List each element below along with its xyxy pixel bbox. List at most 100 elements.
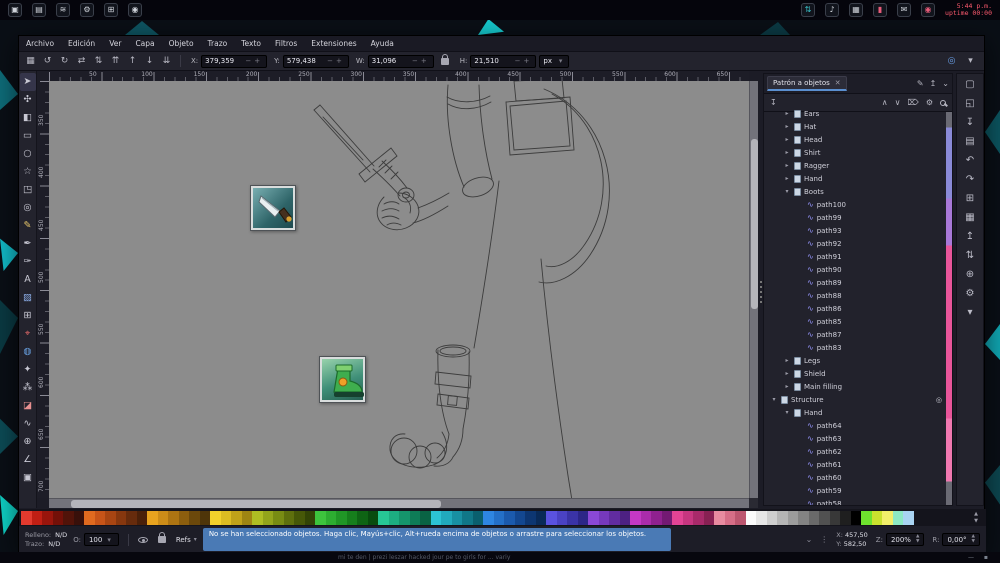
palette-swatch[interactable] xyxy=(252,510,263,525)
eraser-tool[interactable]: ◪ xyxy=(20,397,36,415)
palette-swatch[interactable] xyxy=(94,510,105,525)
palette-swatch[interactable] xyxy=(756,510,767,525)
palette-swatch[interactable] xyxy=(808,510,819,525)
tab-pattern-to-objects[interactable]: Patrón a objetos ✕ xyxy=(767,76,847,91)
pen-tool[interactable]: ✒ xyxy=(20,235,36,253)
x-spinner[interactable]: −+ xyxy=(245,57,263,65)
tree-item-path61[interactable]: ∿ path61 xyxy=(764,458,946,471)
palette-swatch[interactable] xyxy=(294,510,305,525)
palette-swatch[interactable] xyxy=(798,510,809,525)
import-icon[interactable]: ↥ xyxy=(966,231,974,243)
collapse-down-icon[interactable]: ∨ xyxy=(895,98,901,107)
palette-swatch[interactable] xyxy=(241,510,252,525)
palette-swatch[interactable] xyxy=(735,510,746,525)
palette-swatch[interactable] xyxy=(220,510,231,525)
palette-swatch[interactable] xyxy=(388,510,399,525)
h-spinner[interactable]: −+ xyxy=(515,57,533,65)
settings-icon[interactable]: ⚙ xyxy=(80,3,94,17)
expander-icon[interactable]: ▸ xyxy=(783,370,791,377)
palette-swatch[interactable] xyxy=(483,510,494,525)
palette-swatch[interactable] xyxy=(693,510,704,525)
expander-icon[interactable]: ▸ xyxy=(783,175,791,182)
tree-item-path63[interactable]: ∿ path63 xyxy=(764,432,946,445)
vertical-scrollbar-thumb[interactable] xyxy=(751,139,758,309)
mesh-tool[interactable]: ⊞ xyxy=(20,307,36,325)
paste-icon[interactable]: ▦ xyxy=(965,212,974,224)
tree-item-path85[interactable]: ∿ path85 xyxy=(764,315,946,328)
ellipse-tool[interactable]: ○ xyxy=(20,145,36,163)
expander-icon[interactable]: ▸ xyxy=(783,162,791,169)
y-input[interactable]: 579,438 −+ xyxy=(282,54,349,68)
flip-vertical-icon[interactable]: ⇅ xyxy=(91,53,106,69)
expander-icon[interactable]: ▸ xyxy=(783,149,791,156)
palette-swatch[interactable] xyxy=(325,510,336,525)
gradient-tool[interactable]: ▨ xyxy=(20,289,36,307)
tree-item-boots[interactable]: ▾ Boots xyxy=(764,185,946,198)
y-spinner[interactable]: −+ xyxy=(327,57,345,65)
selector-tool[interactable]: ➤ xyxy=(19,73,36,91)
expander-icon[interactable]: ▸ xyxy=(783,136,791,143)
spray-tool[interactable]: ⁂ xyxy=(20,379,36,397)
tree-item-path86[interactable]: ∿ path86 xyxy=(764,302,946,315)
palette-swatch[interactable] xyxy=(598,510,609,525)
horizontal-scrollbar-thumb[interactable] xyxy=(71,500,441,508)
palette-swatch[interactable] xyxy=(609,510,620,525)
redo-icon[interactable]: ↷ xyxy=(966,174,974,186)
palette-swatch[interactable] xyxy=(661,510,672,525)
palette-swatch[interactable] xyxy=(178,510,189,525)
palette-swatch[interactable] xyxy=(724,510,735,525)
commands-more-icon[interactable]: ▾ xyxy=(967,307,972,319)
palette-swatch[interactable] xyxy=(882,510,893,525)
tree-item-path92[interactable]: ∿ path92 xyxy=(764,237,946,250)
layer-visibility-icon[interactable] xyxy=(137,536,148,543)
palette-swatch[interactable] xyxy=(105,510,116,525)
w-input[interactable]: 31,096 −+ xyxy=(367,54,434,68)
palette-swatch[interactable] xyxy=(451,510,462,525)
raise-icon[interactable]: ↑ xyxy=(125,53,140,69)
shape-builder-tool[interactable]: ◧ xyxy=(20,109,36,127)
network-icon[interactable]: ⇅ xyxy=(801,3,816,17)
rotate-cw-icon[interactable]: ↻ xyxy=(57,53,72,69)
palette-swatch[interactable] xyxy=(441,510,452,525)
menu-texto[interactable]: Texto xyxy=(234,36,268,51)
palette-swatch[interactable] xyxy=(231,510,242,525)
expander-icon[interactable]: ▾ xyxy=(770,396,778,403)
lock-ratio-icon[interactable] xyxy=(440,53,449,65)
apps-icon[interactable]: ◉ xyxy=(128,3,142,17)
tree-item-ears[interactable]: ▸ Ears xyxy=(764,107,946,120)
palette-swatch[interactable] xyxy=(892,510,903,525)
snap-toggle-icon[interactable]: ◎ xyxy=(944,53,959,69)
palette-swatch[interactable] xyxy=(430,510,441,525)
palette-swatch[interactable] xyxy=(189,510,200,525)
tree-item-hat[interactable]: ▸ Hat xyxy=(764,120,946,133)
expander-icon[interactable]: ▾ xyxy=(783,409,791,416)
palette-swatch[interactable] xyxy=(651,510,662,525)
vertical-ruler[interactable]: 350 400 450 500 550 600 650 700 xyxy=(37,81,49,498)
lower-icon[interactable]: ↓ xyxy=(142,53,157,69)
palette-swatch[interactable] xyxy=(714,510,725,525)
palette-swatch[interactable] xyxy=(336,510,347,525)
tree-item-hand[interactable]: ▾ Hand xyxy=(764,406,946,419)
palette-swatch[interactable] xyxy=(640,510,651,525)
palette-swatch[interactable] xyxy=(399,510,410,525)
tree-item-path60[interactable]: ∿ path60 xyxy=(764,471,946,484)
close-icon[interactable]: ✕ xyxy=(835,79,841,87)
tree-item-path83[interactable]: ∿ path83 xyxy=(764,341,946,354)
palette-swatch[interactable] xyxy=(672,510,683,525)
layer-selector[interactable]: Refs ▾ xyxy=(176,536,197,544)
palette-scroll-down-icon[interactable]: ▼ xyxy=(968,518,984,525)
palette-swatch[interactable] xyxy=(147,510,158,525)
tree-item-legs[interactable]: ▸ Legs xyxy=(764,354,946,367)
files-icon[interactable]: ▤ xyxy=(32,3,46,17)
launcher-icon[interactable]: ▣ xyxy=(8,3,22,17)
zoom-tool[interactable]: ⊕ xyxy=(20,433,36,451)
import-pattern-icon[interactable]: ↧ xyxy=(770,98,777,107)
new-document-icon[interactable]: ▢ xyxy=(965,79,974,91)
palette-swatch[interactable] xyxy=(493,510,504,525)
palette-swatch[interactable] xyxy=(588,510,599,525)
zoom-drawing-icon[interactable]: ⊕ xyxy=(966,269,974,281)
palette-swatch[interactable] xyxy=(283,510,294,525)
tree-item-path99[interactable]: ∿ path99 xyxy=(764,211,946,224)
node-tool[interactable]: ✣ xyxy=(20,91,36,109)
lower-to-bottom-icon[interactable]: ⇊ xyxy=(159,53,174,69)
